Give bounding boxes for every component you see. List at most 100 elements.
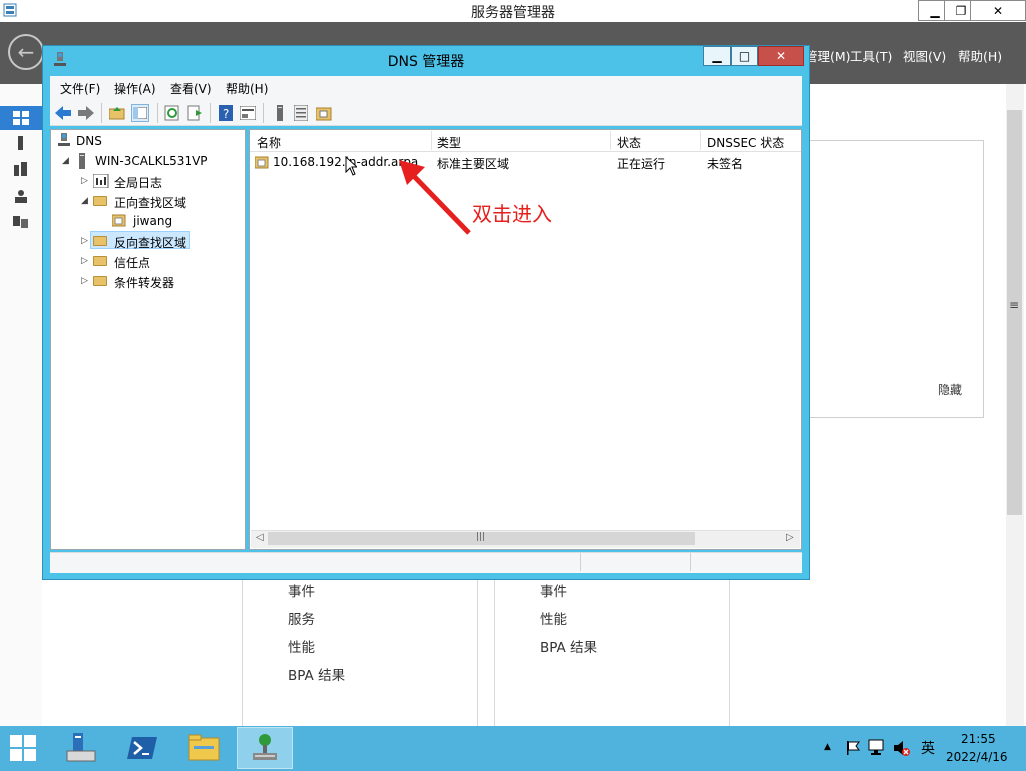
toolbar-separator	[157, 103, 158, 123]
tree-item-trust-points[interactable]: 信任点	[114, 254, 150, 271]
network-icon[interactable]	[868, 739, 886, 757]
up-folder-icon[interactable]	[108, 104, 126, 122]
show-hidden-icons-arrow-icon[interactable]: ▲	[824, 742, 831, 752]
all-servers-icon[interactable]	[13, 162, 29, 176]
scroll-grip-icon: ≡	[1009, 298, 1020, 312]
taskbar-server-manager[interactable]	[52, 727, 108, 769]
tree-item-global-logs[interactable]: 全局日志	[114, 174, 162, 191]
tree-item-reverse-zones[interactable]: 反向查找区域	[114, 234, 186, 251]
console-tree-pane	[50, 129, 246, 550]
expand-arrow-icon[interactable]: ▷	[81, 276, 88, 286]
results-list-pane	[249, 129, 802, 550]
sm-scrollbar-thumb[interactable]	[1007, 110, 1022, 515]
scroll-right-arrow-icon[interactable]: ▷	[786, 532, 794, 543]
dns-maximize-button[interactable]: □	[731, 46, 758, 66]
column-separator[interactable]	[610, 131, 611, 150]
expand-arrow-icon[interactable]: ▷	[81, 256, 88, 266]
dns-window-title: DNS 管理器	[387, 54, 465, 70]
clock-time[interactable]: 21:55	[961, 732, 996, 746]
show-hide-tree-icon[interactable]	[131, 104, 149, 122]
sm-menu-tools[interactable]: 工具(T)	[850, 46, 892, 65]
menu-view[interactable]: 查看(V)	[170, 80, 212, 97]
zone-icon	[255, 156, 269, 169]
column-separator[interactable]	[700, 131, 701, 150]
dns-manager-icon	[253, 734, 277, 760]
collapse-arrow-icon[interactable]: ◢	[81, 196, 88, 206]
refresh-icon[interactable]	[163, 104, 181, 122]
card1-performance-link[interactable]: 性能	[288, 636, 315, 656]
column-header-dnssec[interactable]: DNSSEC 状态	[707, 134, 784, 151]
card1-bpa-link[interactable]: BPA 结果	[288, 664, 345, 684]
folder-icon	[93, 236, 107, 246]
scroll-left-arrow-icon[interactable]: ◁	[256, 532, 264, 543]
dns-menubar	[50, 76, 802, 98]
sm-menu-help[interactable]: 帮助(H)	[958, 46, 1002, 65]
tree-item-forward-zones[interactable]: 正向查找区域	[114, 194, 186, 211]
forward-icon[interactable]	[77, 104, 95, 122]
new-record-icon[interactable]	[315, 104, 333, 122]
card1-services-link[interactable]: 服务	[288, 608, 315, 628]
file-explorer-icon	[188, 734, 220, 761]
server-manager-title: 服务器管理器	[471, 5, 555, 21]
folder-icon	[93, 276, 107, 286]
annotation-double-click-label: 双击进入	[472, 202, 552, 226]
annotation-arrow-icon	[399, 160, 471, 235]
export-list-icon[interactable]	[186, 104, 204, 122]
local-server-icon[interactable]	[13, 136, 29, 150]
clock-date[interactable]: 2022/4/16	[946, 750, 1008, 764]
start-button[interactable]	[0, 726, 46, 771]
column-header-status[interactable]: 状态	[617, 134, 641, 151]
folder-icon	[93, 256, 107, 266]
collapse-arrow-icon[interactable]: ◢	[62, 156, 69, 166]
toolbar-separator	[101, 103, 102, 123]
card2-events-link[interactable]: 事件	[540, 580, 567, 600]
menu-help[interactable]: 帮助(H)	[226, 80, 268, 97]
roles-icon[interactable]	[13, 189, 29, 203]
back-arrow-icon[interactable]: ←	[8, 34, 44, 70]
sm-hide-link[interactable]: 隐藏	[938, 381, 962, 398]
menu-file[interactable]: 文件(F)	[60, 80, 100, 97]
status-separator	[580, 553, 581, 571]
tree-item-jiwang-zone[interactable]: jiwang	[133, 214, 172, 228]
expand-arrow-icon[interactable]: ▷	[81, 236, 88, 246]
input-method-indicator[interactable]: 英	[921, 738, 935, 758]
global-logs-icon	[93, 174, 109, 188]
card2-performance-link[interactable]: 性能	[540, 608, 567, 628]
status-separator	[690, 553, 691, 571]
server-icon[interactable]	[271, 104, 289, 122]
help-icon[interactable]: ?	[217, 104, 235, 122]
sm-menu-manage[interactable]: 管理(M)	[805, 46, 851, 65]
scroll-grip-icon: |||	[476, 532, 486, 542]
taskbar-dns-manager[interactable]	[237, 727, 293, 769]
expand-arrow-icon[interactable]: ▷	[81, 176, 88, 186]
dns-close-button[interactable]: ✕	[758, 46, 804, 66]
back-icon[interactable]	[54, 104, 72, 122]
tree-item-conditional-forwarders[interactable]: 条件转发器	[114, 274, 174, 291]
file-services-icon[interactable]	[13, 214, 29, 228]
sidebar-item-dashboard[interactable]	[0, 106, 42, 130]
dashboard-icon	[13, 111, 29, 125]
server-manager-icon	[66, 733, 96, 762]
row-zone-dnssec: 未签名	[707, 157, 744, 171]
taskbar-powershell[interactable]	[114, 727, 170, 769]
card2-bpa-link[interactable]: BPA 结果	[540, 636, 597, 656]
zone-list-icon[interactable]	[292, 104, 310, 122]
column-header-name[interactable]: 名称	[257, 134, 281, 151]
svg-text:?: ?	[223, 107, 229, 121]
tree-item-dns-root[interactable]: DNS	[76, 134, 102, 148]
card1-events-link[interactable]: 事件	[288, 580, 315, 600]
properties-icon[interactable]	[239, 104, 257, 122]
column-header-type[interactable]: 类型	[437, 134, 461, 151]
volume-muted-icon[interactable]	[893, 739, 911, 757]
dns-minimize-button[interactable]: ▁	[703, 46, 731, 66]
action-center-flag-icon[interactable]	[845, 740, 861, 756]
column-separator[interactable]	[431, 131, 432, 150]
powershell-icon	[127, 737, 157, 759]
sm-tile-card-1	[242, 580, 478, 726]
sm-menu-view[interactable]: 视图(V)	[903, 46, 946, 65]
taskbar-file-explorer[interactable]	[176, 727, 232, 769]
sm-close-button[interactable]: ✕	[970, 0, 1026, 21]
toolbar-separator	[210, 103, 211, 123]
tree-item-server[interactable]: WIN-3CALKL531VP	[95, 154, 208, 168]
menu-action[interactable]: 操作(A)	[114, 80, 156, 97]
